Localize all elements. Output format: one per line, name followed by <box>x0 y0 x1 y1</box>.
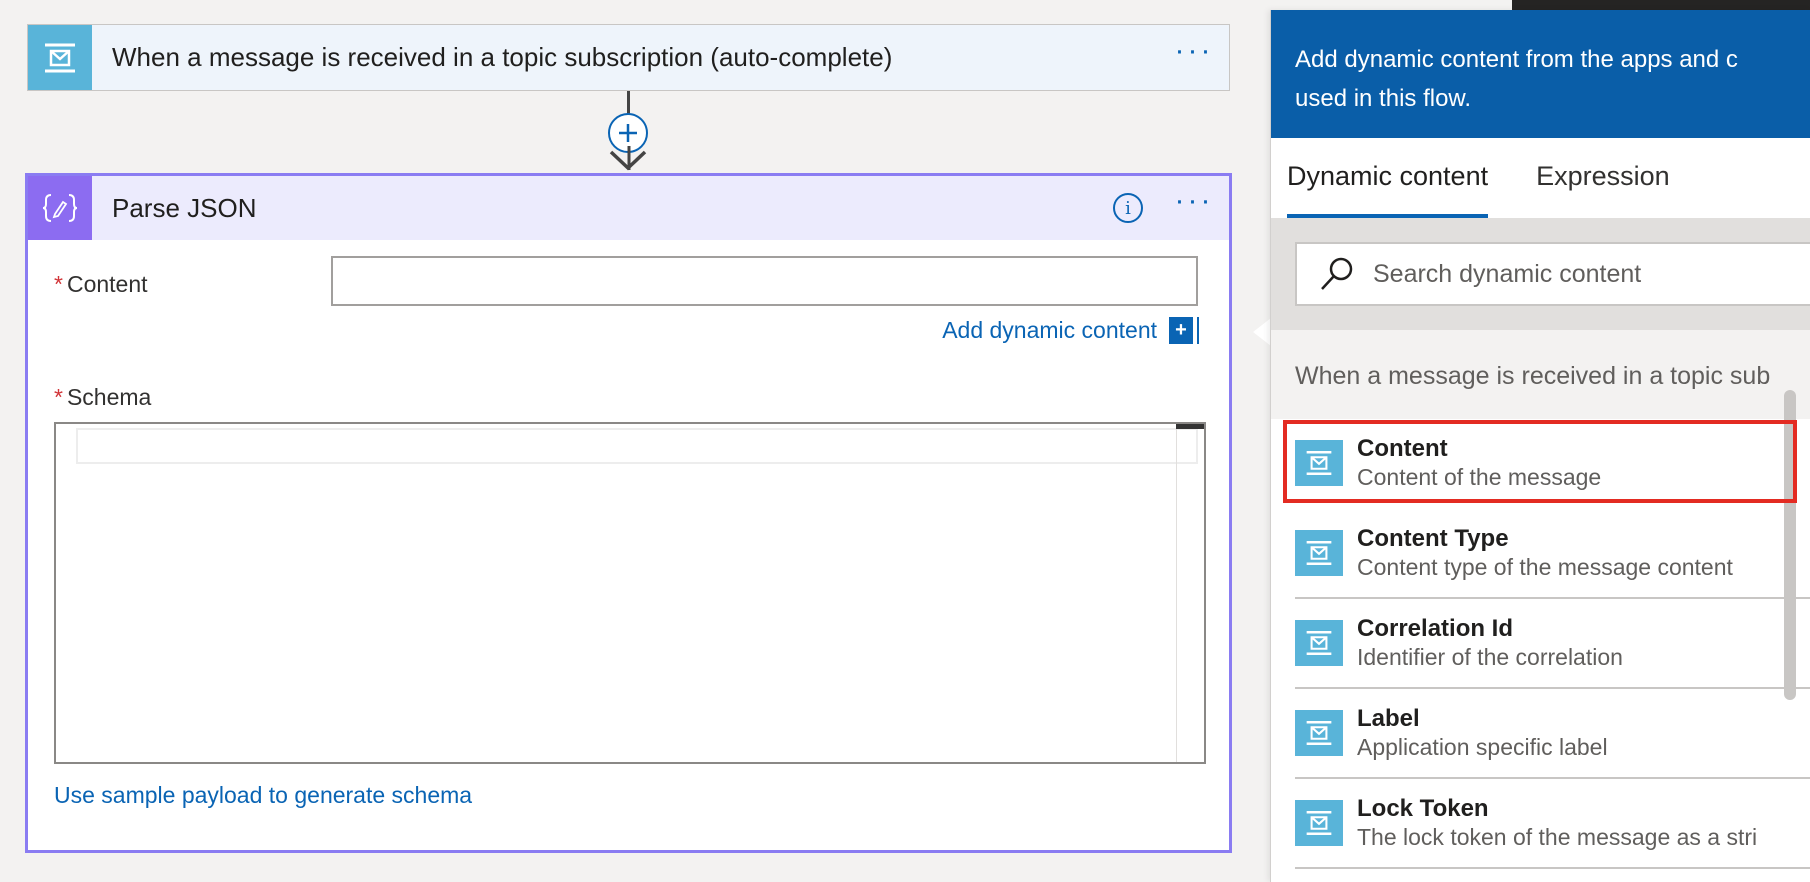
tab-expression[interactable]: Expression <box>1536 161 1670 218</box>
list-item-name: Correlation Id <box>1357 615 1514 642</box>
panel-header-line-2: used in this flow. <box>1295 85 1472 112</box>
panel-header-line-1: Add dynamic content from the apps and c <box>1295 46 1738 73</box>
list-item-description: Content type of the message content <box>1357 554 1733 580</box>
plus-icon <box>619 124 637 142</box>
tab-dynamic-content[interactable]: Dynamic content <box>1287 161 1489 218</box>
list-item-description: Content of the message <box>1357 464 1602 490</box>
list-item-content-type[interactable]: Content Type Content type of the message… <box>1295 509 1810 599</box>
list-item-content[interactable]: Content Content of the message <box>1295 419 1810 509</box>
service-bus-icon <box>1295 800 1343 846</box>
search-box[interactable] <box>1295 242 1810 306</box>
parse-json-more-button[interactable]: ··· <box>1159 186 1229 216</box>
connector-line <box>627 91 630 115</box>
list-item-name: Content <box>1357 435 1448 462</box>
service-bus-icon <box>1295 620 1343 666</box>
braces-pencil-icon <box>28 176 92 240</box>
parse-json-header[interactable]: Parse JSON i ··· <box>28 176 1229 240</box>
parse-json-card[interactable]: Parse JSON i ··· * Content Add dynamic co… <box>25 173 1232 853</box>
service-bus-icon <box>1295 710 1343 756</box>
plus-icon: + <box>1169 317 1197 344</box>
search-area <box>1271 218 1810 330</box>
search-input[interactable] <box>1373 259 1793 289</box>
content-input[interactable] <box>331 256 1198 306</box>
panel-header: Add dynamic content from the apps and c … <box>1271 10 1810 138</box>
dynamic-content-panel: Add dynamic content from the apps and c … <box>1270 10 1810 882</box>
trigger-more-button[interactable]: ··· <box>1159 35 1229 66</box>
sample-payload-link[interactable]: Use sample payload to generate schema <box>54 782 472 809</box>
service-bus-icon <box>1295 530 1343 576</box>
schema-scrollbar[interactable] <box>1176 424 1204 762</box>
schema-editor-line <box>76 428 1198 464</box>
list-item-label[interactable]: Label Application specific label <box>1295 689 1810 779</box>
schema-editor[interactable] <box>54 422 1206 764</box>
trigger-title: When a message is received in a topic su… <box>112 42 893 72</box>
required-mark: * <box>54 384 63 410</box>
search-icon <box>1321 257 1353 290</box>
list-item-description: Application specific label <box>1357 734 1608 760</box>
list-item-description: Identifier of the correlation <box>1357 644 1623 670</box>
list-item-description: The lock token of the message as a stri <box>1357 824 1758 850</box>
schema-scrollbar-thumb[interactable] <box>1176 424 1204 429</box>
parse-json-title: Parse JSON <box>112 192 257 223</box>
schema-label: * Schema <box>54 384 151 411</box>
list-item-correlation-id[interactable]: Correlation Id Identifier of the correla… <box>1295 599 1810 689</box>
dynamic-content-list: Content Content of the message Content T… <box>1271 419 1810 869</box>
required-mark: * <box>54 271 63 297</box>
panel-tabs: Dynamic content Expression <box>1271 138 1810 218</box>
service-bus-icon <box>28 25 92 90</box>
panel-scrollbar[interactable] <box>1784 390 1796 700</box>
panel-pointer <box>1253 318 1271 346</box>
service-bus-icon <box>1295 440 1343 486</box>
info-icon[interactable]: i <box>1113 193 1143 223</box>
add-dynamic-content-button[interactable]: Add dynamic content + <box>942 317 1197 344</box>
schema-label-text: Schema <box>66 384 152 410</box>
list-item-name: Lock Token <box>1357 795 1489 822</box>
add-dynamic-content-label: Add dynamic content <box>942 317 1157 343</box>
section-header: When a message is received in a topic su… <box>1271 330 1810 419</box>
list-item-lock-token[interactable]: Lock Token The lock token of the message… <box>1295 779 1810 869</box>
zoom-toolbar <box>1512 0 1810 10</box>
list-item-name: Label <box>1357 705 1420 732</box>
content-label-text: Content <box>66 271 148 297</box>
trigger-card[interactable]: When a message is received in a topic su… <box>27 24 1230 91</box>
content-label: * Content <box>54 271 148 298</box>
list-item-name: Content Type <box>1357 525 1509 552</box>
